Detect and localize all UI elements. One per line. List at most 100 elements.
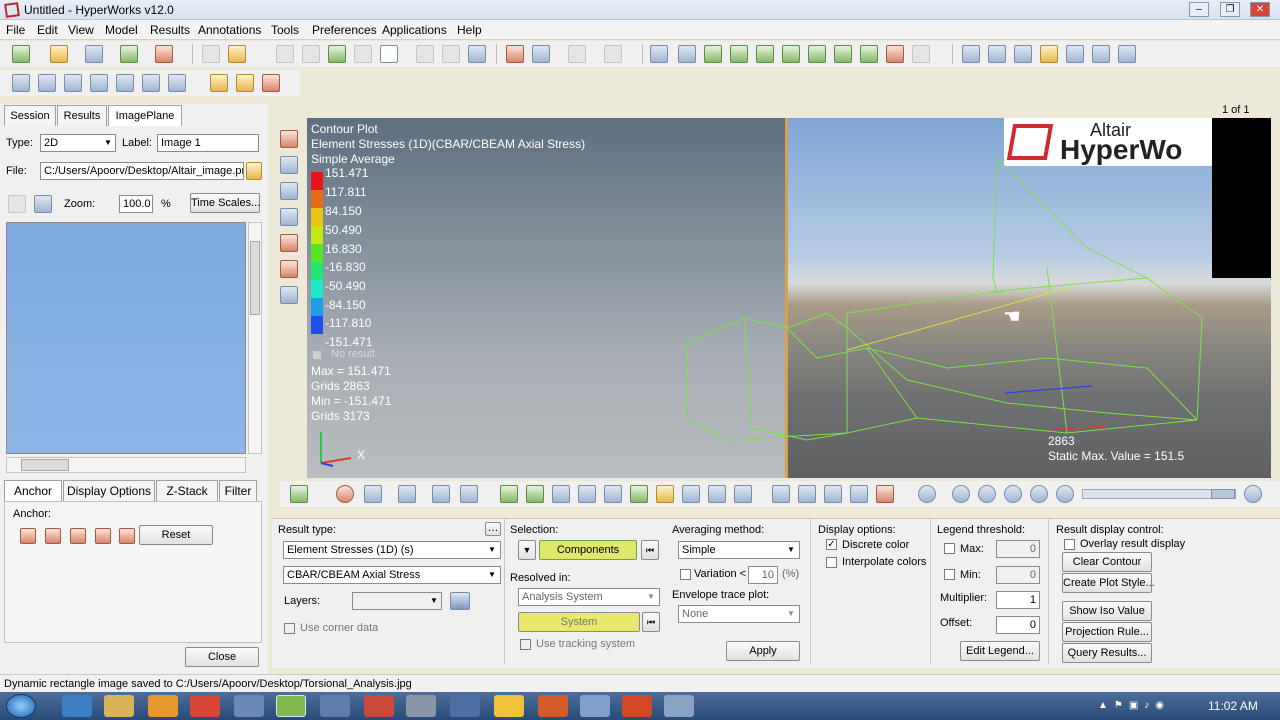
use-tracking-checkbox[interactable] (520, 639, 531, 650)
selection-dropdown-button[interactable]: ▼ (518, 540, 536, 560)
anchor-top-left-icon[interactable] (20, 528, 36, 544)
taskbar-chrome-icon[interactable] (190, 695, 220, 717)
anchor-bottom-right-icon[interactable] (95, 528, 111, 544)
iso-surface-icon[interactable] (526, 485, 544, 503)
overlay-checkbox[interactable] (1064, 539, 1075, 550)
result-type-dropdown-icon[interactable]: ▼ (485, 542, 499, 558)
use-corner-checkbox[interactable] (284, 623, 295, 634)
menu-view[interactable]: View (68, 23, 94, 37)
multiplier-field[interactable]: 1 (996, 591, 1040, 609)
taskbar-explorer-icon[interactable] (104, 695, 134, 717)
layers-dropdown-icon[interactable]: ▼ (427, 593, 441, 609)
edit-legend-button[interactable]: Edit Legend... (960, 641, 1040, 661)
export-icon[interactable] (155, 45, 173, 63)
menu-edit[interactable]: Edit (37, 23, 58, 37)
color-palette-icon[interactable] (336, 485, 354, 503)
legend-icon[interactable] (656, 485, 674, 503)
rotate-icon[interactable] (1118, 45, 1136, 63)
tab-filter[interactable]: Filter (219, 480, 257, 501)
taskbar-app-icon[interactable] (234, 695, 264, 717)
markers-icon[interactable] (578, 485, 596, 503)
back-arrow-icon[interactable] (276, 45, 294, 63)
resolved-dropdown-icon[interactable]: ▼ (644, 589, 658, 605)
mesh-display-icon[interactable] (364, 485, 382, 503)
h-scrollbar-thumb[interactable] (21, 459, 69, 471)
animation-slider-thumb[interactable] (1211, 489, 1235, 499)
measure-tool-icon[interactable] (772, 485, 790, 503)
taskbar-settings-icon[interactable] (320, 695, 350, 717)
menu-file[interactable]: File (6, 23, 25, 37)
scrollbar-thumb[interactable] (250, 241, 260, 315)
show-iso-value-button[interactable]: Show Iso Value (1062, 601, 1152, 621)
tab-session[interactable]: Session (4, 105, 56, 126)
cut-icon[interactable] (506, 45, 524, 63)
taskbar-app4-icon[interactable] (450, 695, 480, 717)
client-hypergraph-icon[interactable] (38, 74, 56, 92)
view-xz-left-icon[interactable] (756, 45, 774, 63)
discrete-color-checkbox[interactable]: ✓ (826, 539, 837, 550)
curve-icon[interactable] (824, 485, 842, 503)
averaging-dropdown-icon[interactable]: ▼ (784, 542, 798, 558)
taskbar-app2-icon[interactable] (364, 695, 394, 717)
result-subtype-select[interactable]: CBAR/CBEAM Axial Stress (283, 566, 501, 584)
query-results-button[interactable]: Query Results... (1062, 643, 1152, 663)
table-icon[interactable] (734, 485, 752, 503)
iso-icon[interactable] (280, 234, 298, 252)
client-video-icon[interactable] (90, 74, 108, 92)
standard-views-icon[interactable] (912, 45, 930, 63)
system-tray-icons[interactable]: ▲⚑▣♪◉ (1098, 700, 1218, 712)
filter-icon[interactable] (708, 485, 726, 503)
print-icon[interactable] (202, 45, 220, 63)
menu-tools[interactable]: Tools (271, 23, 299, 37)
anchor-center-icon[interactable] (119, 528, 135, 544)
open-folder-icon[interactable] (210, 74, 228, 92)
tab-display-options[interactable]: Display Options (63, 480, 155, 501)
label-field[interactable]: Image 1 (157, 134, 259, 152)
menu-annotations[interactable]: Annotations (198, 23, 261, 37)
maximize-button[interactable]: ❐ (1220, 2, 1240, 17)
view-left-icon[interactable] (678, 45, 696, 63)
system-reset-button[interactable]: ⏮ (642, 612, 660, 632)
tab-imageplane[interactable]: ImagePlane (108, 105, 182, 126)
taskbar-powerpoint-icon[interactable] (622, 695, 652, 717)
report-icon[interactable] (876, 485, 894, 503)
zoom-icon[interactable] (650, 45, 668, 63)
taskbar-app8-icon[interactable] (664, 695, 694, 717)
forward-arrow-icon[interactable] (302, 45, 320, 63)
file-path-field[interactable]: C:/Users/Apoorv/Desktop/Altair_image.png (40, 162, 244, 180)
view-iso-icon[interactable] (860, 45, 878, 63)
first-frame-icon[interactable] (952, 485, 970, 503)
vector-icon[interactable] (280, 182, 298, 200)
min-threshold-checkbox[interactable] (944, 569, 955, 580)
zoom-field[interactable]: 100.0 (119, 195, 153, 213)
close-button[interactable]: Close (185, 647, 259, 667)
client-hyperview-icon[interactable] (64, 74, 82, 92)
menu-preferences[interactable]: Preferences (312, 23, 377, 37)
deformed-icon[interactable] (280, 156, 298, 174)
reverse-view-icon[interactable] (886, 45, 904, 63)
view-xz-right-icon[interactable] (782, 45, 800, 63)
offset-field[interactable]: 0 (996, 616, 1040, 634)
max-threshold-field[interactable]: 0 (996, 540, 1040, 558)
apply-button[interactable]: Apply (726, 641, 800, 661)
taskbar-media-icon[interactable] (148, 695, 178, 717)
flexbody-icon[interactable] (630, 485, 648, 503)
import-icon[interactable] (120, 45, 138, 63)
load-model-icon[interactable] (50, 45, 68, 63)
client-media-icon[interactable] (116, 74, 134, 92)
menu-model[interactable]: Model (105, 23, 138, 37)
client-table-icon[interactable] (168, 74, 186, 92)
move-vertical-icon[interactable] (1092, 45, 1110, 63)
selection-reset-button[interactable]: ⏮ (641, 540, 659, 560)
max-threshold-checkbox[interactable] (944, 543, 955, 554)
layers-filter-icon[interactable] (450, 592, 470, 610)
copy-icon[interactable] (532, 45, 550, 63)
animation-mode-icon[interactable] (918, 485, 936, 503)
result-browser-icon[interactable] (290, 485, 308, 503)
animation-slider[interactable] (1082, 489, 1236, 499)
zoom-fit-icon[interactable] (988, 45, 1006, 63)
section-cut-icon[interactable] (552, 485, 570, 503)
interpolate-colors-checkbox[interactable] (826, 557, 837, 568)
open-session-icon[interactable] (12, 45, 30, 63)
paste-icon[interactable] (568, 45, 586, 63)
